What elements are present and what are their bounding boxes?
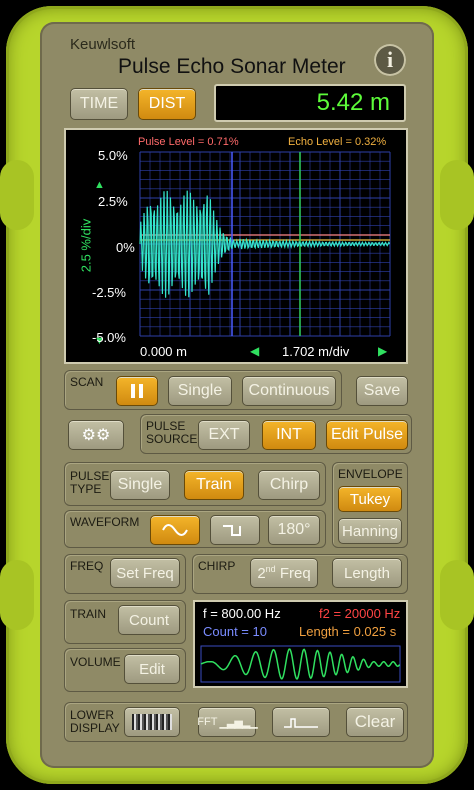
envelope-hanning-button[interactable]: Hanning: [338, 518, 402, 544]
edit-pulse-button[interactable]: Edit Pulse: [326, 420, 408, 450]
x-scale-label: 1.702 m/div: [282, 344, 350, 359]
sine-wave-icon: [162, 524, 188, 536]
echo-level-text: Echo Level = 0.32%: [288, 136, 387, 148]
envelope-label: ENVELOPE: [338, 467, 403, 481]
preview-freq2: f2 = 20000 Hz: [319, 606, 401, 621]
x-start-label: 0.000 m: [140, 344, 187, 359]
fft-icon: ▁▃▅▂▁: [219, 716, 257, 729]
pulse-type-label: PULSE TYPE: [70, 469, 110, 496]
shell-grip: [0, 160, 34, 230]
y-tick-label: 5.0%: [98, 148, 128, 163]
scan-label: SCAN: [70, 375, 104, 389]
shell-grip: [0, 560, 34, 630]
up-arrow-icon: ▲: [94, 179, 105, 191]
waveform-label: WAVEFORM: [70, 515, 140, 529]
save-button[interactable]: Save: [356, 376, 408, 406]
clear-button[interactable]: Clear: [346, 707, 404, 737]
y-tick-label: -2.5%: [92, 285, 126, 300]
fft-button[interactable]: FFT ▁▃▅▂▁: [197, 707, 258, 737]
gear-icon: ⚙⚙: [81, 427, 111, 444]
time-trace-icon: [284, 718, 318, 728]
freq-label: FREQ: [70, 559, 104, 573]
distance-readout: 5.42 m: [214, 84, 406, 122]
app-title: Pulse Echo Sonar Meter: [118, 55, 346, 78]
volume-label: VOLUME: [70, 655, 121, 669]
fft-label: FFT: [197, 716, 218, 728]
second-freq-suffix: nd: [265, 564, 276, 574]
y-tick-label: 2.5%: [98, 194, 128, 209]
pulse-type-chirp-button[interactable]: Chirp: [258, 470, 320, 500]
second-freq-text: Freq: [275, 565, 311, 582]
y-tick-label: 0%: [116, 240, 135, 255]
left-arrow-icon: ◀: [250, 344, 260, 358]
brand-label: Keuwlsoft: [70, 36, 136, 53]
shell-grip: [440, 160, 474, 230]
int-source-button[interactable]: INT: [262, 420, 316, 450]
pulse-preview-display: f = 800.00 Hz f2 = 20000 Hz Count = 10 L…: [193, 600, 408, 688]
time-mode-button[interactable]: TIME: [70, 88, 128, 120]
scan-single-button[interactable]: Single: [168, 376, 232, 406]
set-freq-button[interactable]: Set Freq: [110, 558, 180, 588]
oscilloscope-display: ▼ ▲ ◀ ▶ Pulse Level = 0.71% Echo Level =…: [64, 128, 408, 364]
spectrogram-icon: [132, 714, 172, 730]
square-wave-icon: [223, 525, 241, 536]
second-freq-button[interactable]: 2nd Freq: [250, 558, 318, 588]
y-axis-label: 2.5 %/div: [78, 218, 94, 273]
pulse-level-text: Pulse Level = 0.71%: [138, 136, 239, 148]
dist-mode-button[interactable]: DIST: [138, 88, 196, 120]
sine-wave-button[interactable]: [150, 515, 200, 545]
phase-180-button[interactable]: 180°: [268, 515, 320, 545]
ext-source-button[interactable]: EXT: [198, 420, 250, 450]
chirp-length-button[interactable]: Length: [332, 558, 402, 588]
pause-button[interactable]: [116, 376, 158, 406]
train-label: TRAIN: [70, 607, 106, 621]
pulse-source-label: PULSE SOURCE: [146, 419, 198, 446]
info-icon[interactable]: i: [374, 44, 406, 76]
pause-icon: [131, 384, 143, 398]
preview-count: Count = 10: [203, 624, 267, 639]
preview-freq: f = 800.00 Hz: [203, 606, 281, 621]
second-freq-number: 2: [257, 565, 266, 582]
chirp-label: CHIRP: [198, 559, 236, 573]
lower-display-label: LOWER DISPLAY: [70, 708, 120, 735]
preview-waveform: [200, 645, 401, 683]
spectrogram-button[interactable]: [124, 707, 180, 737]
train-count-button[interactable]: Count: [118, 605, 180, 635]
settings-button[interactable]: ⚙⚙: [68, 420, 124, 450]
preview-length: Length = 0.025 s: [299, 624, 397, 639]
right-arrow-icon: ▶: [378, 344, 388, 358]
preview-wave-trace: [200, 648, 401, 680]
time-trace-button[interactable]: [272, 707, 330, 737]
envelope-tukey-button[interactable]: Tukey: [338, 486, 402, 512]
square-wave-button[interactable]: [210, 515, 260, 545]
scan-continuous-button[interactable]: Continuous: [242, 376, 336, 406]
second-freq-label: 2nd Freq: [257, 564, 310, 582]
y-tick-label: -5.0%: [92, 330, 126, 345]
pulse-type-train-button[interactable]: Train: [184, 470, 244, 500]
pulse-type-single-button[interactable]: Single: [110, 470, 170, 500]
shell-grip: [440, 560, 474, 630]
volume-edit-button[interactable]: Edit: [124, 654, 180, 684]
